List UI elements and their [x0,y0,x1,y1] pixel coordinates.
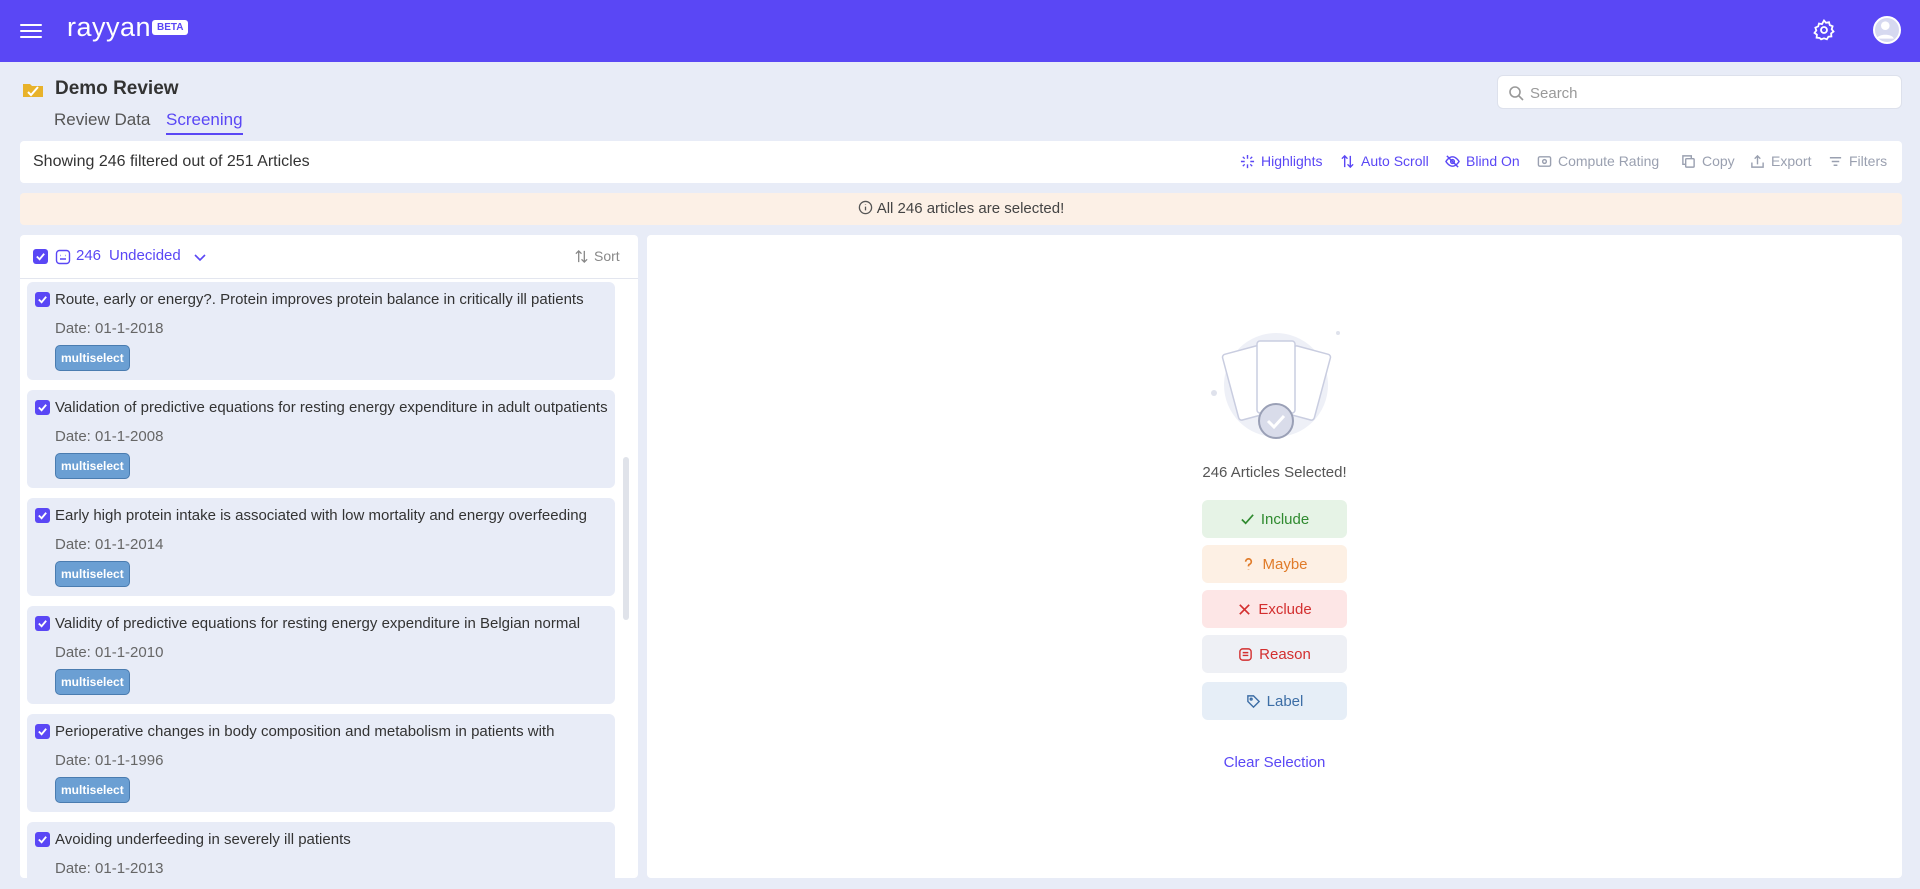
item-tag[interactable]: multiselect [55,345,130,371]
undecided-icon [55,249,71,265]
copy-label: Copy [1702,153,1735,169]
highlights-button[interactable]: Highlights [1240,153,1322,169]
check-icon [1241,513,1254,524]
info-icon [858,195,873,215]
item-checkbox[interactable] [35,508,50,523]
list-item[interactable]: Validity of predictive equations for res… [27,606,615,704]
item-date: Date: 01-1-2014 [55,536,164,553]
brand-logo[interactable]: rayyan [67,12,151,43]
item-checkbox[interactable] [35,400,50,415]
hamburger-menu-icon[interactable] [20,20,42,40]
item-title: Validation of predictive equations for r… [55,399,608,416]
search-box [1497,75,1902,109]
item-tag[interactable]: multiselect [55,561,130,587]
reason-label: Reason [1259,645,1311,663]
copy-button[interactable]: Copy [1681,153,1735,169]
item-tag[interactable]: multiselect [55,669,130,695]
exclude-button[interactable]: Exclude [1202,590,1347,628]
search-input[interactable] [1530,80,1890,106]
tab-review-data[interactable]: Review Data [54,110,150,133]
list-item[interactable]: Avoiding underfeeding in severely ill pa… [27,822,615,878]
item-title: Perioperative changes in body compositio… [55,723,555,740]
eye-off-icon [1445,154,1460,168]
item-title: Validity of predictive equations for res… [55,615,581,632]
list-header: 246 Undecided Sort [20,235,638,279]
highlights-label: Highlights [1261,153,1323,169]
list-item[interactable]: Early high protein intake is associated … [27,498,615,596]
blind-on-button[interactable]: Blind On [1445,153,1520,169]
export-icon [1751,154,1764,168]
selected-articles-illustration [1208,327,1344,447]
item-date: Date: 01-1-2008 [55,428,164,445]
include-label: Include [1260,510,1310,528]
blind-on-label: Blind On [1466,153,1520,169]
auto-scroll-label: Auto Scroll [1361,153,1429,169]
page-title: Demo Review [55,78,179,99]
list-count: 246 [76,247,102,264]
review-folder-icon [22,80,44,98]
item-checkbox[interactable] [35,292,50,307]
item-date: Date: 01-1-2013 [55,860,164,877]
auto-scroll-icon [1341,154,1354,168]
item-date: Date: 01-1-2010 [55,644,164,661]
copy-icon [1682,154,1695,168]
selected-count-text: 246 Articles Selected! [1202,464,1347,481]
showing-count-text: Showing 246 filtered out of 251 Articles [33,153,310,170]
rating-icon [1537,155,1552,167]
filters-label: Filters [1849,153,1888,169]
article-list: Route, early or energy?. Protein improve… [20,282,638,878]
item-date: Date: 01-1-1996 [55,752,164,769]
list-item[interactable]: Validation of predictive equations for r… [27,390,615,488]
search-icon [1508,85,1524,101]
chevron-down-icon[interactable] [192,249,208,265]
item-checkbox[interactable] [35,832,50,847]
beta-badge: BETA [152,20,189,35]
label-button[interactable]: Label [1202,682,1347,720]
gear-icon[interactable] [1812,18,1836,42]
select-all-checkbox[interactable] [33,249,48,264]
sort-label: Sort [594,248,620,264]
article-list-panel: 246 Undecided Sort Route, early or energ… [20,235,638,878]
exclude-label: Exclude [1258,600,1312,618]
include-button[interactable]: Include [1202,500,1347,538]
list-scrollbar[interactable] [623,457,629,620]
compute-rating-button[interactable]: Compute Rating [1537,153,1659,169]
note-icon [1239,647,1252,661]
maybe-button[interactable]: Maybe [1202,545,1347,583]
item-date: Date: 01-1-2018 [55,320,164,337]
clear-selection-link[interactable]: Clear Selection [647,754,1902,771]
status-dropdown[interactable]: Undecided [109,247,181,264]
maybe-label: Maybe [1262,555,1308,573]
export-button[interactable]: Export [1750,153,1811,169]
item-tag[interactable]: multiselect [55,777,130,803]
compute-rating-label: Compute Rating [1558,153,1660,169]
close-icon [1239,603,1251,615]
selection-banner: All 246 articles are selected! [20,193,1902,225]
item-title: Early high protein intake is associated … [55,507,587,524]
label-label: Label [1266,692,1304,710]
item-checkbox[interactable] [35,616,50,631]
filter-icon [1829,156,1842,166]
top-bar: rayyan BETA [0,0,1920,62]
sort-button[interactable]: Sort [574,248,620,264]
filters-button[interactable]: Filters [1828,153,1887,169]
results-toolbar: Showing 246 filtered out of 251 Articles… [20,141,1902,183]
reason-button[interactable]: Reason [1202,635,1347,673]
sort-icon [575,249,588,263]
export-label: Export [1771,153,1812,169]
tab-screening[interactable]: Screening [166,110,243,135]
selection-panel: 246 Articles Selected! Include Maybe Exc… [647,235,1902,878]
auto-scroll-button[interactable]: Auto Scroll [1340,153,1429,169]
banner-text: All 246 articles are selected! [876,200,1065,217]
item-tag[interactable]: multiselect [55,453,130,479]
highlights-icon [1240,154,1255,168]
item-checkbox[interactable] [35,724,50,739]
item-title: Avoiding underfeeding in severely ill pa… [55,831,351,848]
list-item[interactable]: Route, early or energy?. Protein improve… [27,282,615,380]
user-avatar[interactable] [1873,16,1901,44]
item-title: Route, early or energy?. Protein improve… [55,291,584,308]
question-icon [1245,557,1253,570]
tag-icon [1246,694,1260,708]
list-item[interactable]: Perioperative changes in body compositio… [27,714,615,812]
